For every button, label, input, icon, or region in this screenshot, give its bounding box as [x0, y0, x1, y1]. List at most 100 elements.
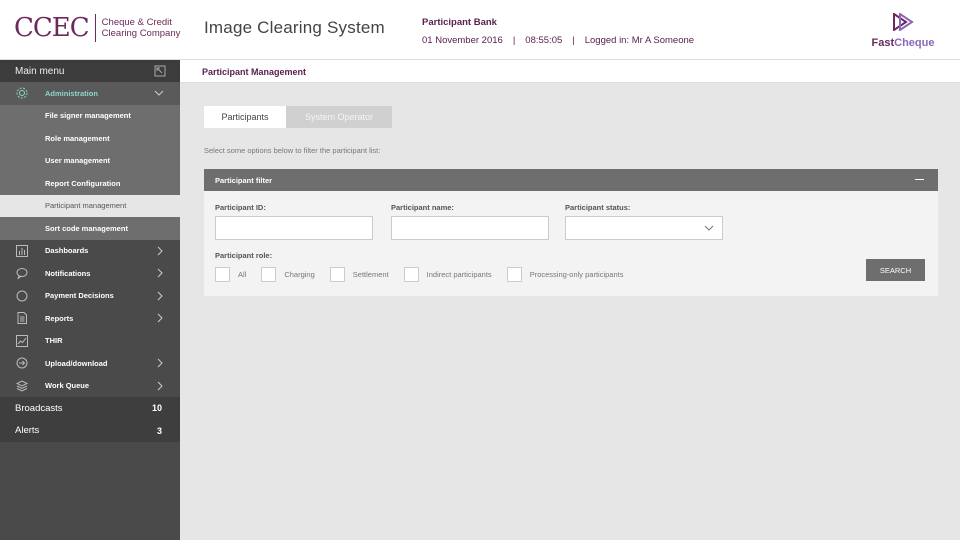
logged-in-user: Logged in: Mr A Someone [584, 35, 695, 46]
circle-icon [16, 290, 28, 301]
sidebar-item-work-queue[interactable]: Work Queue [0, 375, 180, 398]
checkbox[interactable] [329, 267, 345, 282]
speech-bubble-icon [16, 268, 28, 279]
filter-panel-title: Participant filter [215, 175, 273, 185]
document-icon [17, 312, 27, 324]
role-option-processing-only[interactable]: Processing-only participants [506, 267, 624, 282]
sidebar-subitem-participant-management[interactable]: Participant management [0, 194, 180, 217]
checkbox-label: Charging [284, 270, 315, 279]
tab-bar: Participants System Operator [204, 106, 392, 128]
sidebar-item-label: Upload/download [45, 358, 108, 368]
sidebar-subitem-label: File signer management [45, 111, 131, 121]
checkbox[interactable] [403, 267, 419, 282]
app-title: Image Clearing System [204, 18, 385, 37]
checkbox[interactable] [261, 267, 277, 282]
fastcheque-fast: Fast [871, 37, 895, 49]
role-option-all[interactable]: All [215, 267, 246, 282]
expand-icon[interactable] [154, 65, 166, 77]
sidebar-item-label: THIR [45, 336, 63, 346]
sidebar-item-notifications[interactable]: Notifications [0, 262, 180, 285]
ccec-logo[interactable]: CCEC Cheque & Credit Clearing Company [14, 14, 180, 42]
sidebar-subitem-user-management[interactable]: User management [0, 149, 180, 172]
fastcheque-arrow-icon [893, 12, 914, 32]
sidebar-item-reports[interactable]: Reports [0, 307, 180, 330]
sidebar-item-thir[interactable]: THIR [0, 330, 180, 353]
fastcheque-cheque: Cheque [894, 37, 935, 49]
sidebar-subitem-role-management[interactable]: Role management [0, 127, 180, 150]
checkbox[interactable] [215, 267, 230, 282]
current-date: 01 November 2016 [422, 35, 503, 46]
participant-role-options: All Charging Settlement Indirect partici… [215, 267, 638, 282]
broadcasts-label: Broadcasts [15, 402, 63, 414]
page-title: Participant Management [202, 67, 307, 77]
sidebar-subitem-sort-code-management[interactable]: Sort code management [0, 217, 180, 240]
participant-role-label: Participant role: [215, 251, 273, 260]
logo-line-1: Cheque & Credit [101, 17, 172, 28]
chevron-right-icon [157, 358, 163, 368]
checkbox-label: Processing-only participants [529, 270, 624, 279]
sidebar-item-upload-download[interactable]: Upload/download [0, 352, 180, 375]
separator: | [512, 35, 516, 46]
checkbox-label: All [238, 270, 247, 279]
role-option-settlement[interactable]: Settlement [329, 267, 389, 282]
sidebar-subitem-file-signer[interactable]: File signer management [0, 104, 180, 127]
main-menu-label: Main menu [15, 65, 65, 77]
sidebar-broadcasts[interactable]: Broadcasts 10 [0, 397, 180, 420]
sidebar-subitem-label: User management [45, 156, 111, 166]
logo-line-2: Clearing Company [101, 28, 181, 39]
main-menu-header[interactable]: Main menu [0, 60, 180, 82]
search-button[interactable]: SEARCH [866, 259, 925, 281]
sidebar-subitem-label: Participant management [45, 201, 127, 211]
sidebar-item-administration[interactable]: Administration [0, 82, 180, 105]
sidebar: Main menu Administration File signer man… [0, 60, 180, 540]
chevron-right-icon [157, 268, 163, 278]
chevron-right-icon [157, 313, 163, 323]
tab-system-operator[interactable]: System Operator [286, 106, 392, 128]
role-option-charging[interactable]: Charging [261, 267, 315, 282]
checkbox[interactable] [506, 267, 522, 282]
line-chart-icon [16, 334, 28, 347]
logo-divider [94, 14, 96, 42]
sidebar-item-label: Reports [45, 313, 74, 323]
alerts-count: 3 [156, 425, 162, 436]
role-option-indirect[interactable]: Indirect participants [403, 267, 492, 282]
chevron-down-icon [154, 90, 164, 96]
checkbox-label: Indirect participants [426, 270, 492, 279]
sidebar-item-label: Payment Decisions [45, 291, 114, 301]
filter-panel-header[interactable]: Participant filter [204, 169, 938, 191]
participant-name-label: Participant name: [391, 203, 454, 212]
sidebar-item-label: Administration [45, 88, 98, 98]
participant-status-label: Participant status: [565, 203, 631, 212]
logo-text: Cheque & Credit Clearing Company [102, 17, 181, 39]
arrow-circle-icon [16, 357, 28, 369]
bank-name: Participant Bank [422, 17, 497, 28]
chevron-right-icon [157, 381, 163, 390]
gear-icon [16, 87, 28, 99]
current-time: 08:55:05 [525, 35, 563, 46]
breadcrumb-bar: Participant Management [180, 60, 960, 83]
participant-name-input[interactable] [391, 216, 549, 240]
sidebar-subitem-report-configuration[interactable]: Report Configuration [0, 172, 180, 195]
participant-filter-panel: Participant filter Participant ID: Parti… [204, 169, 938, 296]
fastcheque-wordmark: FastCheque [868, 37, 938, 49]
alerts-label: Alerts [15, 425, 40, 437]
sidebar-subitem-label: Report Configuration [45, 178, 121, 188]
chevron-right-icon [157, 246, 163, 255]
layers-icon [16, 379, 28, 392]
separator: | [572, 35, 575, 46]
app-header: CCEC Cheque & Credit Clearing Company Im… [0, 0, 960, 60]
sidebar-item-label: Notifications [45, 268, 91, 278]
sidebar-subitem-label: Role management [45, 133, 110, 143]
sidebar-item-payment-decisions[interactable]: Payment Decisions [0, 285, 180, 308]
participant-id-input[interactable] [215, 216, 373, 240]
sidebar-subitem-label: Sort code management [45, 223, 128, 233]
sidebar-item-dashboards[interactable]: Dashboards [0, 240, 180, 263]
broadcasts-count: 10 [151, 403, 162, 414]
checkbox-label: Settlement [352, 270, 389, 279]
collapse-icon[interactable] [915, 179, 924, 180]
tab-participants[interactable]: Participants [204, 106, 286, 128]
sidebar-alerts[interactable]: Alerts 3 [0, 419, 180, 442]
participant-status-select[interactable] [565, 216, 723, 240]
filter-hint: Select some options below to filter the … [204, 146, 381, 155]
participant-id-label: Participant ID: [215, 203, 266, 212]
